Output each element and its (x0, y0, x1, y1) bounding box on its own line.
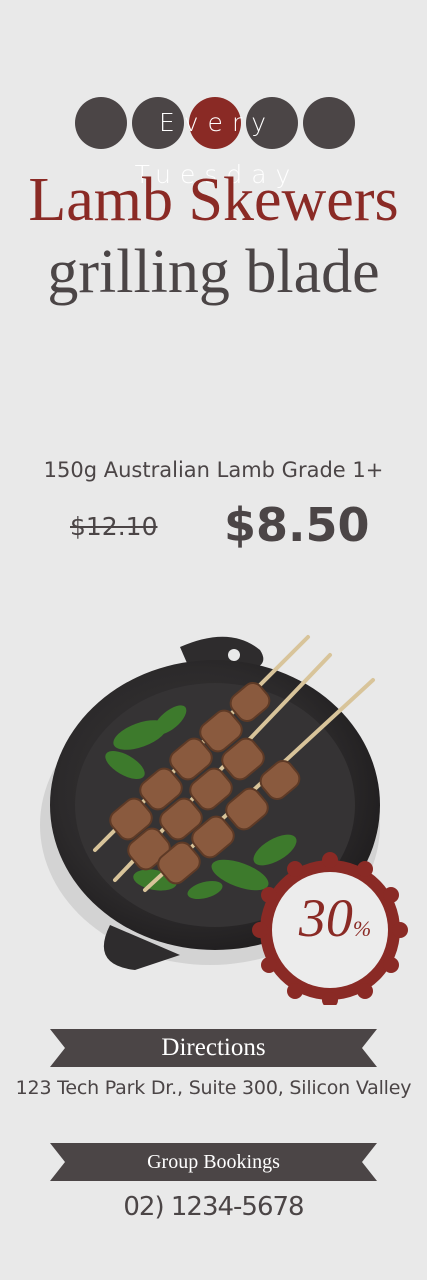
title-line-1: Lamb Skewers (28, 166, 399, 234)
old-price: $12.10 (70, 512, 158, 541)
title-line-2: grilling blade (47, 238, 380, 306)
product-description: 150g Australian Lamb Grade 1+ (43, 458, 384, 482)
discount-value: 30 (298, 888, 353, 948)
directions-ribbon: Directions (50, 1029, 377, 1067)
address-text: 123 Tech Park Dr., Suite 300, Silicon Va… (15, 1077, 412, 1099)
skewer-plate-image: 30% (30, 625, 427, 1008)
group-bookings-label: Group Bookings (147, 1151, 280, 1173)
day-label: Every Tuesday (134, 108, 300, 189)
phone-number[interactable]: 02) 1234-5678 (0, 1192, 427, 1222)
directions-label: Directions (161, 1034, 266, 1061)
new-price: $8.50 (224, 498, 370, 552)
every-tuesday-banner: Every Tuesday (75, 97, 355, 189)
discount-unit: % (352, 916, 372, 941)
discount-badge: 30% (285, 887, 385, 949)
group-bookings-ribbon: Group Bookings (50, 1143, 377, 1181)
